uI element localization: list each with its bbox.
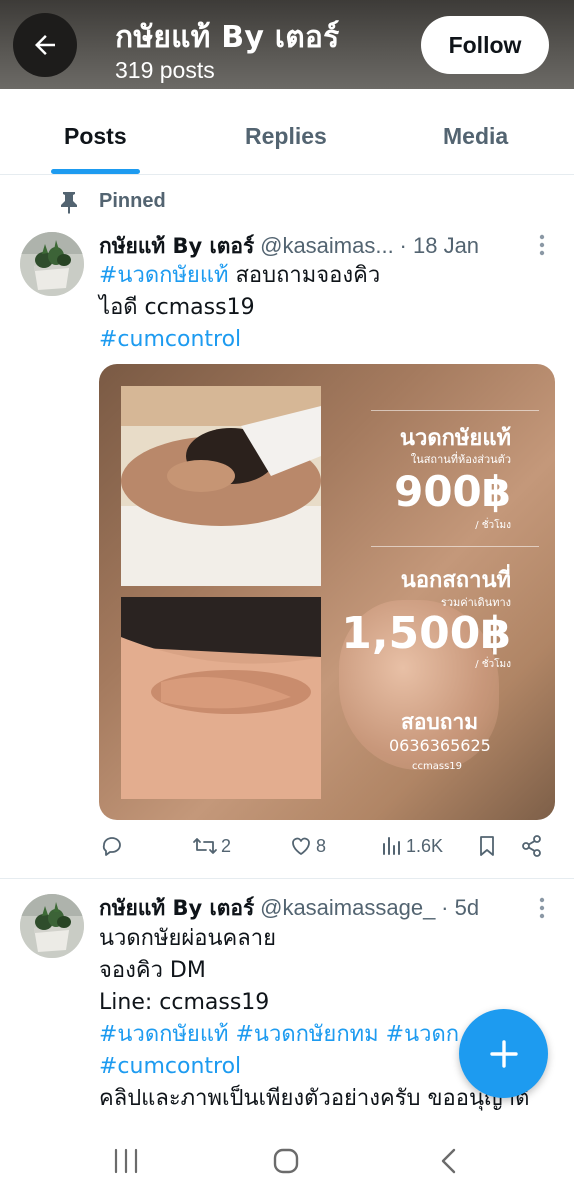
tab-posts[interactable]: Posts xyxy=(64,123,127,150)
media-divider xyxy=(371,546,539,547)
compose-button[interactable] xyxy=(459,1009,548,1098)
author-name[interactable]: กษัยแท้ By เตอร์ xyxy=(99,896,254,920)
tweet-text-line: นวดกษัยผ่อนคลาย xyxy=(99,926,276,951)
follow-button[interactable]: Follow xyxy=(421,16,549,74)
author-name[interactable]: กษัยแท้ By เตอร์ xyxy=(99,234,254,258)
media-contact-heading: สอบถาม xyxy=(401,710,479,734)
tweet-text-line: ไอดี ccmass19 xyxy=(99,295,255,320)
profile-name: กษัยแท้ By เตอร์ xyxy=(115,20,340,55)
views-button[interactable]: 1.6K xyxy=(381,834,443,858)
views-icon xyxy=(383,837,400,855)
active-tab-indicator xyxy=(51,169,140,174)
plus-icon xyxy=(489,1039,518,1068)
like-button[interactable]: 8 xyxy=(289,834,326,858)
back-button[interactable] xyxy=(13,13,77,77)
media-unit-2: / ชั่วโมง xyxy=(475,659,511,670)
avatar-image xyxy=(20,232,84,296)
tweet-media-image[interactable]: นวดกษัยแท้ ในสถานที่ห้องส่วนตัว 900฿ / ช… xyxy=(99,364,555,820)
share-icon xyxy=(522,835,541,857)
pinned-indicator: Pinned xyxy=(0,186,574,218)
recent-apps-icon[interactable] xyxy=(112,1148,140,1174)
tweet-time[interactable]: · 18 Jan xyxy=(400,233,480,258)
bookmark-button[interactable] xyxy=(476,834,498,858)
hashtag-link[interactable]: #นวดกษัยแท้ #นวดกษัยกทม #นวดก xyxy=(99,1022,459,1047)
pin-icon xyxy=(61,192,77,214)
media-heading-2: นอกสถานที่ xyxy=(400,568,511,593)
media-price-1: 900฿ xyxy=(394,467,511,516)
more-options-icon[interactable] xyxy=(538,896,546,920)
retweet-button[interactable]: 2 xyxy=(192,834,231,858)
avatar-image xyxy=(20,894,84,958)
home-icon[interactable] xyxy=(272,1147,300,1175)
massage-photo-top xyxy=(121,386,321,586)
profile-header: กษัยแท้ By เตอร์ 319 posts Follow xyxy=(0,0,574,89)
post-count: 319 posts xyxy=(115,57,215,83)
profile-tabs: Posts Replies Media xyxy=(0,89,574,175)
hashtag-link[interactable]: #นวดกษัยแท้ xyxy=(99,263,229,288)
media-divider xyxy=(371,410,539,411)
pinned-label: Pinned xyxy=(99,190,166,212)
retweet-count: 2 xyxy=(221,835,232,856)
tweet-text-line: #cumcontrol xyxy=(99,1051,241,1082)
retweet-icon xyxy=(193,838,217,854)
tweet-author-line: กษัยแท้ By เตอร์ @kasaimas... · 18 Jan xyxy=(99,230,559,260)
tweet-text-line: #นวดกษัยแท้ สอบถามจองคิว xyxy=(99,260,380,291)
tweet-text: สอบถามจองคิว xyxy=(228,263,381,288)
tweet-text-line: #cumcontrol xyxy=(99,324,241,355)
reply-icon xyxy=(102,837,121,856)
avatar[interactable] xyxy=(20,232,84,296)
tweet-author-line: กษัยแท้ By เตอร์ @kasaimassage_ · 5d xyxy=(99,892,559,922)
media-phone: 0636365625 xyxy=(389,736,491,755)
tab-replies[interactable]: Replies xyxy=(245,123,327,150)
tweet-text-line: จองคิว DM xyxy=(99,958,206,983)
system-nav-bar xyxy=(0,1120,574,1200)
hashtag-link[interactable]: #cumcontrol xyxy=(99,1054,241,1079)
more-options-icon[interactable] xyxy=(538,233,546,257)
tweet-time[interactable]: · 5d xyxy=(441,895,479,920)
back-nav-icon[interactable] xyxy=(437,1147,459,1175)
tweet-divider xyxy=(0,878,574,879)
views-count: 1.6K xyxy=(406,835,444,856)
massage-photo-bottom xyxy=(121,597,321,799)
tweet-actions: 2 8 1.6K xyxy=(99,834,559,866)
author-handle[interactable]: @kasaimassage_ xyxy=(260,895,435,920)
avatar[interactable] xyxy=(20,894,84,958)
heart-icon xyxy=(292,837,310,855)
arrow-left-icon xyxy=(35,35,55,55)
media-price-2: 1,500฿ xyxy=(341,608,511,659)
media-line-id: ccmass19 xyxy=(412,761,463,772)
massage-scene-2 xyxy=(121,597,321,799)
tab-media[interactable]: Media xyxy=(443,123,508,150)
hashtag-link[interactable]: #cumcontrol xyxy=(99,327,241,352)
media-unit-1: / ชั่วโมง xyxy=(475,520,511,531)
like-count: 8 xyxy=(316,835,327,856)
bookmark-icon xyxy=(480,836,494,856)
reply-button[interactable] xyxy=(100,834,124,858)
massage-scene-1 xyxy=(121,386,321,586)
tweet-text-line: Line: ccmass19 xyxy=(99,990,270,1015)
share-button[interactable] xyxy=(520,834,544,858)
media-sub-1: ในสถานที่ห้องส่วนตัว xyxy=(410,453,511,466)
author-handle[interactable]: @kasaimas... xyxy=(260,233,394,258)
